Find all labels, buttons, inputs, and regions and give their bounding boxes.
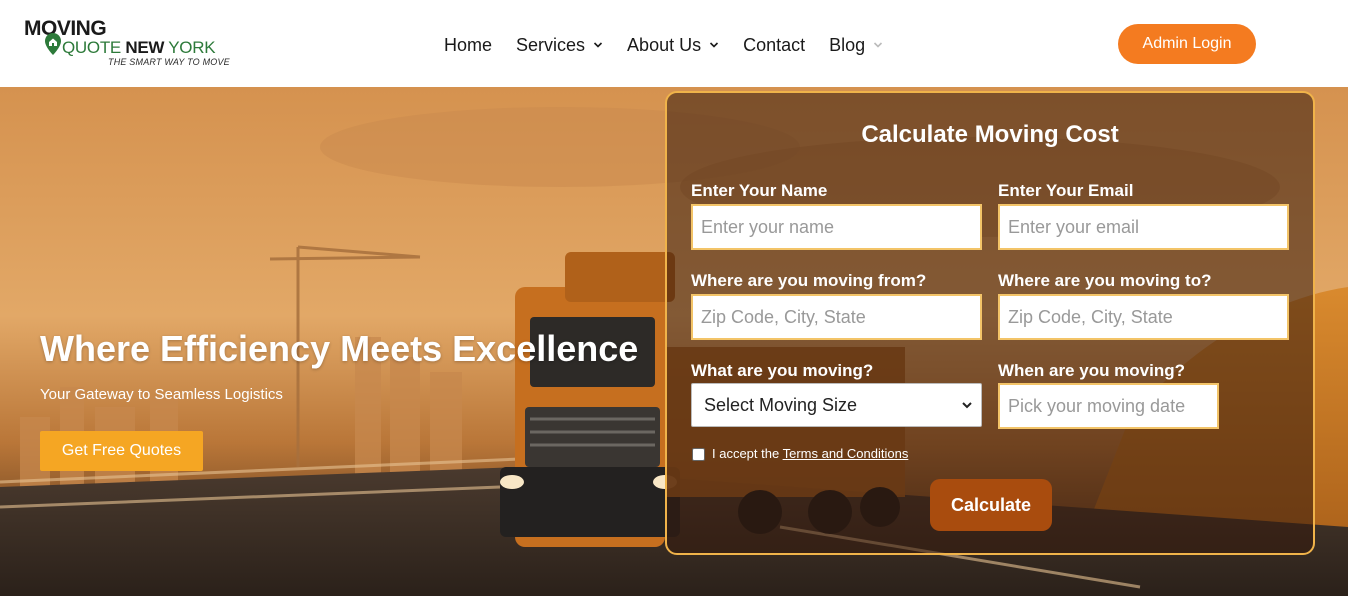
location-pin-icon	[45, 33, 61, 55]
hero-section: Where Efficiency Meets Excellence Your G…	[0, 87, 1348, 596]
name-label: Enter Your Name	[691, 181, 828, 200]
email-field[interactable]: Enter your email	[998, 204, 1289, 250]
chevron-down-icon	[873, 40, 883, 50]
moving-size-selected: Select Moving Size	[704, 394, 858, 415]
nav-item-home[interactable]: Home	[444, 34, 492, 56]
logo-tagline: THE SMART WAY TO MOVE	[108, 57, 230, 67]
site-logo[interactable]: MOVING QUOTE NEW YORK THE SMART WAY TO M…	[24, 16, 234, 72]
hero-subtitle: Your Gateway to Seamless Logistics	[40, 386, 283, 403]
nav-item-label: Contact	[743, 35, 806, 55]
form-title: Calculate Moving Cost	[861, 121, 1119, 148]
get-free-quotes-button[interactable]: Get Free Quotes	[40, 431, 203, 471]
logo-text-quote: QUOTE NEW YORK	[62, 38, 216, 57]
moving-from-field[interactable]: Zip Code, City, State	[691, 294, 982, 340]
email-label: Enter Your Email	[998, 181, 1134, 200]
nav-item-contact[interactable]: Contact	[743, 34, 805, 56]
moving-size-select[interactable]: Select Moving Size	[691, 383, 982, 427]
admin-login-button[interactable]: Admin Login	[1118, 24, 1256, 64]
terms-link[interactable]: Terms and Conditions	[783, 446, 909, 461]
site-header: MOVING QUOTE NEW YORK THE SMART WAY TO M…	[0, 0, 1348, 87]
moving-to-label: Where are you moving to?	[998, 271, 1212, 290]
moving-date-label: When are you moving?	[998, 361, 1186, 380]
calculate-button[interactable]: Calculate	[930, 479, 1052, 531]
nav-item-about-us[interactable]: About Us	[627, 34, 719, 56]
nav-item-label: About Us	[627, 35, 702, 55]
chevron-down-icon	[962, 402, 972, 409]
nav-item-services[interactable]: Services	[516, 34, 603, 56]
terms-checkbox[interactable]	[692, 448, 705, 461]
chevron-down-icon	[709, 40, 719, 50]
moving-to-field[interactable]: Zip Code, City, State	[998, 294, 1289, 340]
nav-item-label: Blog	[829, 35, 866, 55]
nav-item-label: Home	[444, 35, 493, 55]
moving-size-label: What are you moving?	[691, 361, 874, 380]
moving-date-field[interactable]: Pick your moving date	[998, 383, 1219, 429]
main-nav: Home Services About Us Contact Blog	[444, 34, 907, 56]
moving-cost-form: Calculate Moving Cost Enter Your Name En…	[665, 91, 1315, 555]
moving-from-label: Where are you moving from?	[691, 271, 927, 290]
name-field[interactable]: Enter your name	[691, 204, 982, 250]
chevron-down-icon	[593, 40, 603, 50]
terms-text: I accept the Terms and Conditions	[712, 446, 909, 461]
nav-item-label: Services	[516, 35, 586, 55]
hero-title: Where Efficiency Meets Excellence	[40, 328, 639, 369]
nav-item-blog[interactable]: Blog	[829, 34, 883, 56]
